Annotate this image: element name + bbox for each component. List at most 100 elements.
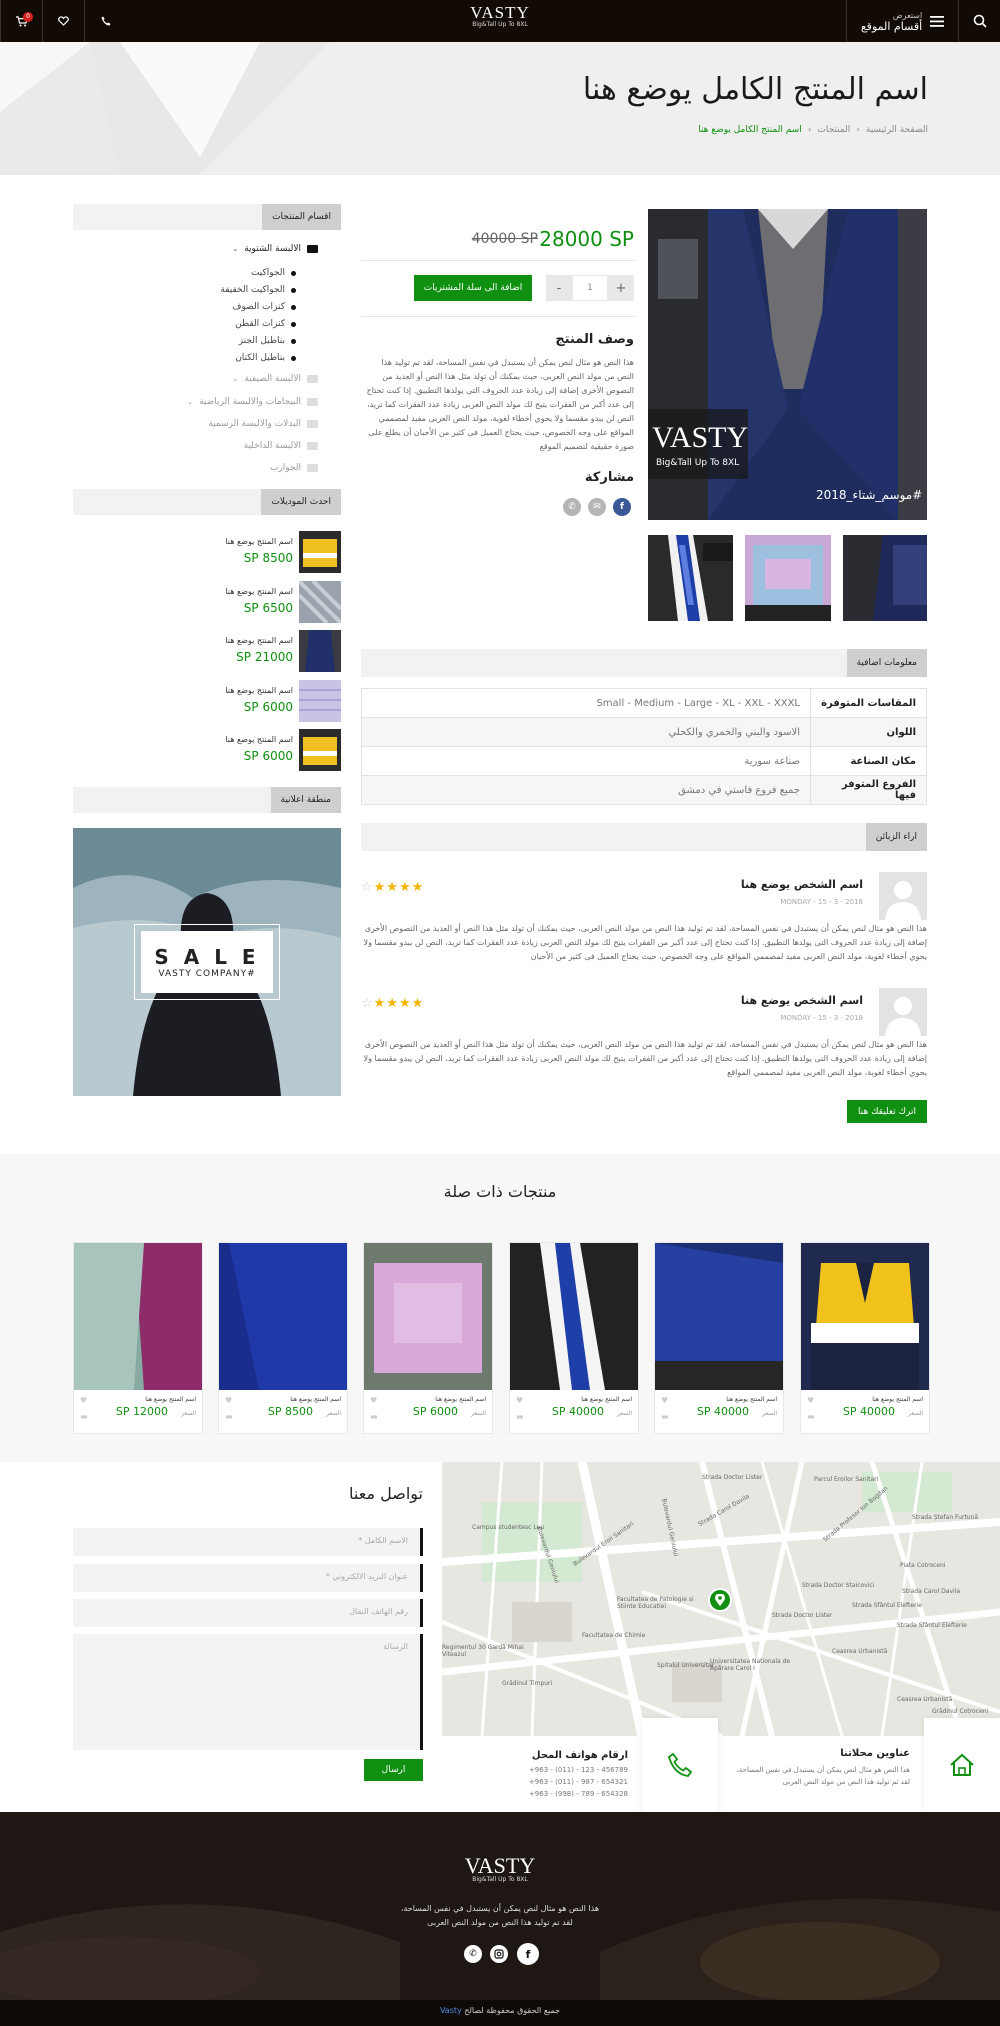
site-logo[interactable]: VASTY Big&Tall Up To 8XL [470,4,530,28]
recent-item[interactable]: اسم المنتج يوضع هنا 6000 SP [73,680,341,722]
phone-number[interactable]: +963 - (011) - 987 - 654321 [529,1778,628,1786]
map-label: Grădinul Cotroceni [932,1708,989,1715]
facebook-share-button[interactable]: f [613,498,631,516]
breadcrumb-home[interactable]: الصفحة الرئيسية [866,125,928,135]
name-field[interactable]: الاسم الكامل * [73,1528,423,1556]
footer-whatsapp-button[interactable]: ✆ [464,1945,482,1963]
cart-icon[interactable]: ▬ [661,1412,669,1421]
product-main-image[interactable]: VASTY Big&Tall Up To 8XL #موسم_شتاء_2018 [648,209,927,520]
category-item[interactable]: البيجامات والالبسة الرياضية ⌄ [187,397,318,407]
info-section-header: معلومات اضافية [361,649,927,677]
instagram-icon [494,1949,504,1959]
subcategory-item[interactable]: الجواكيت [251,268,296,278]
cart-icon[interactable]: ▬ [807,1412,815,1421]
user-icon [885,881,921,920]
thumbnail-photo [745,535,831,621]
product-card-image [219,1243,347,1390]
cart-icon[interactable]: ▬ [80,1412,88,1421]
phone-field[interactable]: رقم الهاتف النقال [73,1599,423,1627]
map-label: Ceasrea Urbanistă [897,1696,953,1703]
home-icon [950,1753,974,1776]
email-field[interactable]: عنوان البريد الالكتروني * [73,1564,423,1592]
related-title: منتجات ذات صلة [443,1182,557,1201]
map[interactable]: Parcul Eroilor Sanitari Campus studentes… [442,1462,1000,1736]
phone-button[interactable] [84,0,126,42]
send-button[interactable]: ارسال [364,1759,423,1781]
product-card[interactable]: اسم المنتج يوضع هنا السعر 40000 SP ♥ ▬ [800,1242,930,1434]
cart-button[interactable]: 0 [0,0,42,42]
footer: VASTY Big&Tall Up To 8XL هذا النص هو مثا… [0,1812,1000,2026]
product-card[interactable]: اسم المنتج يوضع هنا السعر 40000 SP ♥ ▬ [654,1242,784,1434]
recent-thumb [299,531,341,573]
category-item[interactable]: الالبسة الداخلية [244,441,318,451]
whatsapp-share-button[interactable]: ✆ [563,498,581,516]
recent-item[interactable]: اسم المنتج يوضع هنا 6500 SP [73,581,341,623]
cart-icon[interactable]: ▬ [225,1412,233,1421]
leave-comment-button[interactable]: اترك تعليقك هنا [847,1100,927,1123]
thumbnail-2[interactable] [745,535,831,621]
ad-box: S A L E #VASTY COMPANY [141,931,273,993]
thumbnail-3[interactable] [648,535,733,621]
reviews-title: اراء الزبائن [865,823,927,851]
footer-instagram-button[interactable] [490,1945,508,1963]
map-marker-icon[interactable] [708,1588,732,1612]
subcategory-item[interactable]: كنزات الصوف [232,302,296,312]
product-card[interactable]: اسم المنتج يوضع هنا السعر 12000 SP ♥ ▬ [73,1242,203,1434]
heart-icon[interactable]: ♥ [80,1396,87,1405]
map-label: Facultatea de Chimie [582,1632,646,1639]
wishlist-button[interactable] [42,0,84,42]
cart-icon[interactable]: ▬ [516,1412,524,1421]
ad-banner[interactable]: S A L E #VASTY COMPANY [73,828,341,1096]
subcategory-item[interactable]: بناطيل الجنز [239,336,296,346]
table-row: المقاسات المتوفرة Small - Medium - Large … [361,688,927,718]
message-field[interactable]: الرسالة [73,1634,423,1750]
product-card[interactable]: اسم المنتج يوضع هنا السعر 40000 SP ♥ ▬ [509,1242,639,1434]
category-item[interactable]: الالبسة الصيفية ⌄ [232,374,318,384]
ad-header: منطقة اعلانية [73,787,341,813]
product-card[interactable]: اسم المنتج يوضع هنا السعر 8500 SP ♥ ▬ [218,1242,348,1434]
cart-icon[interactable]: ▬ [370,1412,378,1421]
info-key: المقاسات المتوفرة [810,688,927,718]
qty-increase-button[interactable]: + [608,275,634,301]
recent-item[interactable]: اسم المنتج يوضع هنا 8500 SP [73,531,341,573]
breadcrumb-products[interactable]: المنتجات [817,125,850,135]
table-row: الفروع المتوفر فيها جميع فروع فاستي في دم… [361,775,927,805]
review-item: اسم الشخص يوضع هنا MONDAY - 15 - 3 - 201… [361,988,927,1078]
info-value: جميع فروع فاستي في دمشق [361,775,811,805]
category-item[interactable]: الجوارب [270,463,318,473]
footer-facebook-button[interactable]: f [517,1943,539,1965]
heart-icon[interactable]: ♥ [370,1396,377,1405]
subcategory-item[interactable]: الجواكيت الخفيفة [220,285,296,295]
recent-item[interactable]: اسم المنتج يوضع هنا 6000 SP [73,729,341,771]
subcategory-item[interactable]: كنزات القطن [235,319,296,329]
phone-number[interactable]: +963 - (011) - 123 - 456789 [529,1766,628,1774]
subcategory-item[interactable]: بناطيل الكتان [235,353,296,363]
heart-icon[interactable]: ♥ [225,1396,232,1405]
phone-number[interactable]: +963 - (998) - 789 - 654328 [529,1790,628,1798]
qty-decrease-button[interactable]: - [546,275,572,301]
breadcrumb: الصفحة الرئيسية ‹ المنتجات ‹ اسم المنتج … [698,125,928,135]
heart-icon[interactable]: ♥ [661,1396,668,1405]
description-title: وصف المنتج [555,332,634,347]
description-text: هذا النص هو مثال لنص يمكن أن يستبدل في ن… [366,358,634,451]
site-menu-button[interactable]: استعرض أقسام الموقع [846,0,958,42]
search-button[interactable] [958,0,1000,42]
menu-title: أقسام الموقع [860,20,923,33]
category-item[interactable]: الالبسة الشتوية ⌄ [232,244,318,254]
rating-stars: ★★★★☆ [361,880,425,895]
category-item[interactable]: البدلات والالبسة الرسمية [208,419,318,429]
qty-input[interactable]: 1 [572,275,608,301]
thumbnail-1[interactable] [843,535,927,621]
recent-item[interactable]: اسم المنتج يوضع هنا 21000 SP [73,630,341,672]
heart-icon[interactable]: ♥ [807,1396,814,1405]
copyright-brand[interactable]: Vasty [440,2006,462,2015]
facebook-icon: f [525,1947,531,1961]
info-key: الفروع المتوفر فيها [810,775,927,805]
heart-icon[interactable]: ♥ [516,1396,523,1405]
whatsapp-icon: ✆ [568,502,576,512]
table-row: مكان الصناعة صناعة سورية [361,746,927,776]
product-card[interactable]: اسم المنتج يوضع هنا السعر 6000 SP ♥ ▬ [363,1242,493,1434]
email-share-button[interactable]: ✉ [588,498,606,516]
map-label: Ceasrea Urbanistă [832,1648,888,1655]
add-to-cart-button[interactable]: اضافة الى سلة المشتريات [414,275,532,301]
